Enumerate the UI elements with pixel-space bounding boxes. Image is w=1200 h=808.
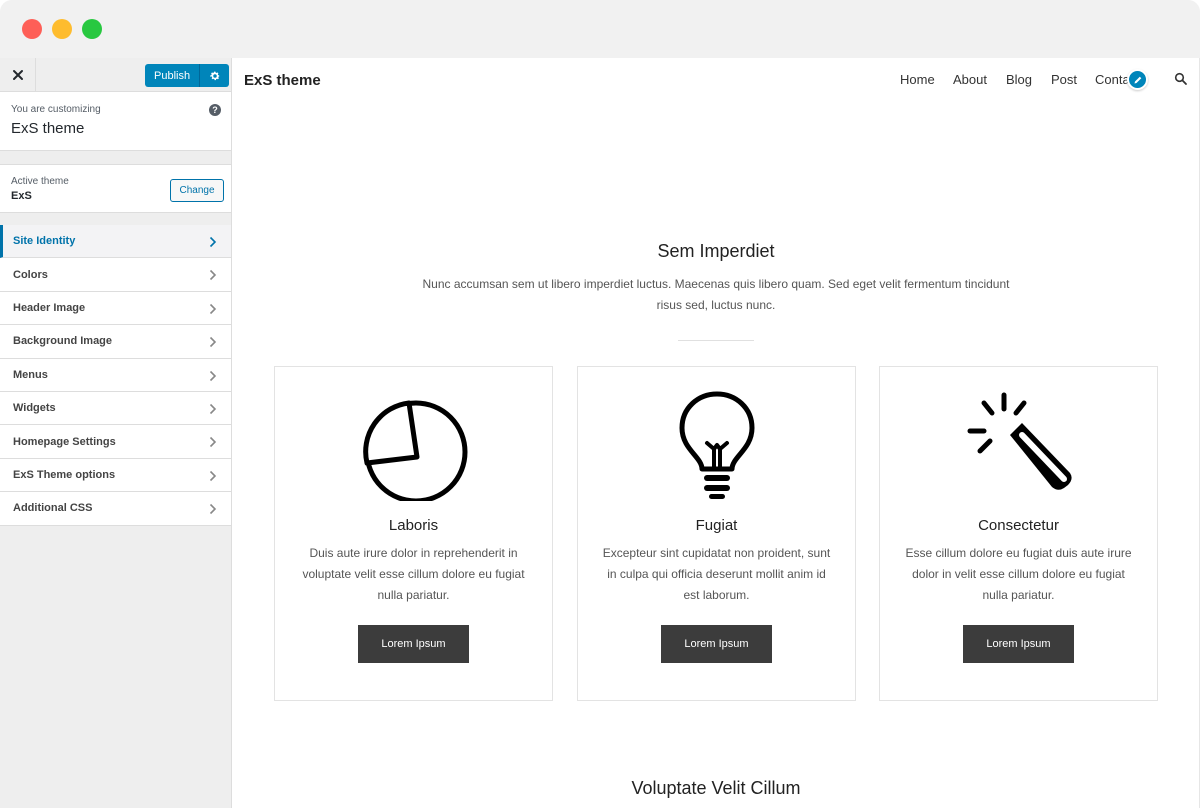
sidebar-item-label: Homepage Settings — [13, 435, 116, 448]
publish-settings-button[interactable] — [200, 64, 230, 87]
sidebar-item-label: Menus — [13, 368, 48, 381]
window-titlebar — [0, 0, 1200, 58]
publish-group: Publish — [145, 64, 230, 87]
search-icon[interactable] — [1174, 72, 1188, 86]
browser-window: Publish You are customizing ExS theme ? … — [0, 0, 1200, 808]
card-title: Fugiat — [695, 517, 738, 534]
window-close-dot[interactable] — [22, 19, 42, 39]
card-text: Duis aute irure dolor in reprehenderit i… — [302, 546, 525, 602]
active-theme-label: Active theme — [11, 176, 69, 187]
chevron-right-icon — [209, 504, 217, 515]
card-title: Laboris — [388, 517, 439, 534]
sidebar-item-menus[interactable]: Menus — [0, 358, 231, 392]
sidebar-item-background-image[interactable]: Background Image — [0, 325, 231, 359]
window-zoom-dot[interactable] — [82, 19, 102, 39]
customizing-theme-name: ExS theme — [11, 120, 85, 137]
sidebar-item-site-identity[interactable]: Site Identity — [0, 225, 231, 259]
card-title: Consectetur — [978, 517, 1059, 534]
card-button[interactable]: Lorem Ipsum — [661, 625, 772, 663]
next-section-title: Voluptate Velit Cillum — [631, 778, 801, 798]
pencil-icon — [1134, 76, 1141, 83]
sidebar-item-label: ExS Theme options — [13, 468, 116, 481]
chevron-right-icon — [209, 403, 217, 415]
sidebar-item-colors[interactable]: Colors — [0, 258, 231, 292]
active-theme-panel: Active theme ExS Change — [0, 164, 231, 213]
sidebar-item-widgets[interactable]: Widgets — [0, 391, 231, 426]
window-minimize-dot[interactable] — [52, 19, 72, 39]
customizer-topbar: Publish — [0, 58, 231, 92]
section-divider — [678, 340, 754, 341]
help-icon[interactable]: ? — [209, 104, 221, 116]
section-description: Nunc accumsan sem ut libero imperdiet lu… — [422, 277, 1010, 312]
pie-chart-icon — [363, 400, 468, 501]
sidebar-item-label: Colors — [13, 268, 48, 281]
sidebar-item-additional-css[interactable]: Additional CSS — [0, 492, 231, 526]
card-button[interactable]: Lorem Ipsum — [963, 625, 1074, 663]
chevron-right-icon — [209, 337, 217, 348]
close-icon — [12, 69, 23, 80]
close-customizer-button[interactable] — [0, 58, 36, 91]
chevron-right-icon — [209, 303, 217, 314]
sidebar-item-header-image[interactable]: Header Image — [0, 291, 231, 326]
chevron-right-icon — [209, 236, 217, 248]
nav-item-blog[interactable]: Blog — [1006, 72, 1032, 87]
feature-card-fugiat: Fugiat Excepteur sint cupidatat non proi… — [577, 366, 856, 701]
customizing-label: You are customizing — [11, 104, 101, 115]
customizing-info: You are customizing ExS theme ? — [0, 92, 231, 151]
publish-button[interactable]: Publish — [145, 64, 201, 87]
section-title: Sem Imperdiet — [657, 241, 775, 261]
edit-shortcut-button[interactable] — [1127, 69, 1148, 90]
nav-item-post[interactable]: Post — [1051, 72, 1077, 87]
customizer-menu: Site Identity Colors Header Image Backgr… — [0, 225, 231, 526]
chevron-right-icon — [209, 437, 217, 448]
sidebar-item-label: Header Image — [13, 301, 86, 314]
sidebar-item-label: Background Image — [13, 335, 113, 348]
card-text: Esse cillum dolore eu fugiat duis aute i… — [905, 546, 1132, 602]
site-title[interactable]: ExS theme — [244, 72, 321, 89]
nav-item-home[interactable]: Home — [900, 72, 935, 87]
chevron-right-icon — [209, 470, 217, 481]
active-theme-name: ExS — [11, 190, 32, 202]
site-preview: ExS theme Home About Blog Post Conta Sem… — [232, 58, 1200, 808]
feature-card-laboris: Laboris Duis aute irure dolor in reprehe… — [274, 366, 553, 701]
feature-card-consectetur: Consectetur Esse cillum dolore eu fugiat… — [879, 366, 1158, 701]
card-text: Excepteur sint cupidatat non proident, s… — [602, 546, 831, 602]
nav-item-about[interactable]: About — [953, 72, 987, 87]
sidebar-item-label: Widgets — [13, 402, 56, 415]
change-theme-button[interactable]: Change — [170, 179, 224, 202]
sidebar-item-theme-options[interactable]: ExS Theme options — [0, 458, 231, 493]
lightbulb-icon — [679, 391, 755, 499]
sidebar-item-label: Site Identity — [13, 235, 76, 248]
customizer-sidebar: Publish You are customizing ExS theme ? … — [0, 58, 232, 808]
chevron-right-icon — [209, 270, 217, 281]
sidebar-item-homepage-settings[interactable]: Homepage Settings — [0, 425, 231, 459]
chevron-right-icon — [209, 370, 217, 381]
gear-icon — [209, 71, 220, 80]
magic-wand-icon — [967, 392, 1072, 490]
sidebar-item-label: Additional CSS — [13, 502, 93, 515]
card-button[interactable]: Lorem Ipsum — [358, 625, 469, 663]
